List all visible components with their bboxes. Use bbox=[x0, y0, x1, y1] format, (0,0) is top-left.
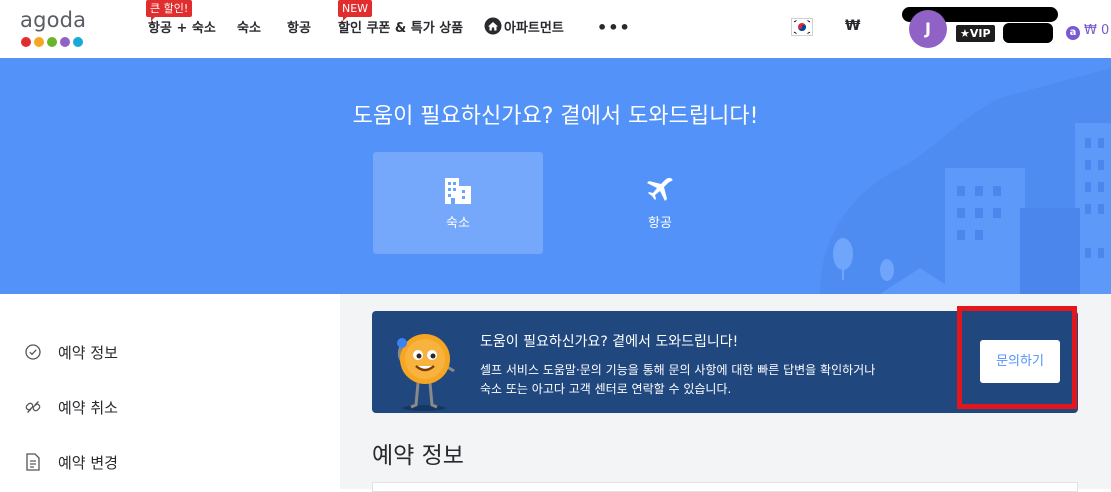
logo-dot bbox=[73, 37, 83, 47]
broken-link-icon bbox=[24, 398, 42, 416]
logo-dot bbox=[60, 37, 70, 47]
section-title: 예약 정보 bbox=[372, 443, 464, 469]
banner-title: 도움이 필요하신가요? 곁에서 도와드립니다! bbox=[480, 334, 739, 350]
star-icon: ★ bbox=[960, 27, 970, 40]
redacted-info bbox=[1003, 23, 1053, 43]
booking-card bbox=[372, 482, 1078, 492]
document-icon bbox=[24, 453, 42, 471]
nav-badge-discount: 큰 할인! bbox=[146, 0, 193, 21]
hotel-building-icon bbox=[445, 178, 471, 204]
sidebar-item-cancel[interactable]: 예약 취소 bbox=[24, 395, 118, 419]
sidebar-item-label: 예약 정보 bbox=[58, 343, 118, 362]
currency-selector[interactable]: ₩ bbox=[845, 18, 860, 34]
avatar[interactable]: J bbox=[909, 10, 947, 48]
logo-dots bbox=[21, 37, 83, 47]
help-hero: 도움이 필요하신가요? 곁에서 도와드립니다! 숙소 항공 bbox=[0, 58, 1111, 294]
vip-label: VIP bbox=[969, 27, 991, 40]
nav-item-apartments-label: 아파트먼트 bbox=[504, 21, 564, 36]
vip-badge: ★VIP bbox=[956, 25, 995, 42]
tab-hotels[interactable]: 숙소 bbox=[373, 152, 543, 254]
nav-item-apartments[interactable]: 아파트먼트 bbox=[484, 17, 564, 36]
tab-flights[interactable]: 항공 bbox=[575, 152, 745, 254]
points-value: ₩ 0 bbox=[1084, 23, 1110, 38]
city-illustration bbox=[820, 68, 1111, 294]
logo-dot bbox=[34, 37, 44, 47]
highlight-box bbox=[957, 306, 1077, 409]
agoda-coin-icon: a bbox=[1066, 26, 1080, 40]
home-icon bbox=[484, 17, 502, 35]
mascot-icon bbox=[397, 334, 455, 411]
airplane-icon bbox=[647, 177, 673, 201]
nav-item-hotels[interactable]: 숙소 bbox=[237, 17, 261, 36]
more-menu-icon[interactable]: ••• bbox=[597, 18, 631, 37]
nav-item-coupons-deals[interactable]: 할인 쿠폰 & 특가 상품 bbox=[338, 17, 463, 36]
banner-description: 셀프 서비스 도움말·문의 기능을 통해 문의 사항에 대한 빠른 답변을 확인… bbox=[480, 361, 970, 399]
flag-graphic bbox=[793, 20, 811, 34]
top-header: agoda 큰 할인! 항공 + 숙소 숙소 항공 NEW 할인 쿠폰 & 특가… bbox=[0, 0, 1111, 58]
tab-hotels-label: 숙소 bbox=[446, 216, 470, 231]
logo-text: agoda bbox=[20, 8, 87, 32]
sidebar-item-label: 예약 취소 bbox=[58, 398, 118, 417]
korea-flag-icon[interactable] bbox=[791, 18, 813, 36]
agoda-logo[interactable]: agoda bbox=[20, 8, 100, 50]
logo-dot bbox=[21, 37, 31, 47]
sidebar-item-booking-info[interactable]: 예약 정보 bbox=[24, 340, 118, 364]
banner-line: 셀프 서비스 도움말·문의 기능을 통해 문의 사항에 대한 빠른 답변을 확인… bbox=[480, 363, 876, 377]
main-content: 도움이 필요하신가요? 곁에서 도와드립니다! 셀프 서비스 도움말·문의 기능… bbox=[340, 294, 1111, 492]
nav-item-flights[interactable]: 항공 bbox=[287, 17, 311, 36]
nav-item-flight-hotel[interactable]: 항공 + 숙소 bbox=[148, 17, 216, 36]
check-circle-icon bbox=[24, 343, 42, 361]
nav-badge-new: NEW bbox=[338, 0, 373, 21]
sidebar-item-label: 예약 변경 bbox=[58, 453, 118, 472]
points-balance[interactable]: a ₩ 0 bbox=[1066, 23, 1109, 40]
hero-title: 도움이 필요하신가요? 곁에서 도와드립니다! bbox=[352, 104, 759, 129]
sidebar-item-modify[interactable]: 예약 변경 bbox=[24, 450, 118, 474]
sidebar: 예약 정보 예약 취소 예약 변경 bbox=[0, 294, 340, 489]
tab-flights-label: 항공 bbox=[648, 216, 672, 231]
banner-line: 숙소 또는 아고다 고객 센터로 연락할 수 있습니다. bbox=[480, 382, 732, 396]
logo-dot bbox=[47, 37, 57, 47]
